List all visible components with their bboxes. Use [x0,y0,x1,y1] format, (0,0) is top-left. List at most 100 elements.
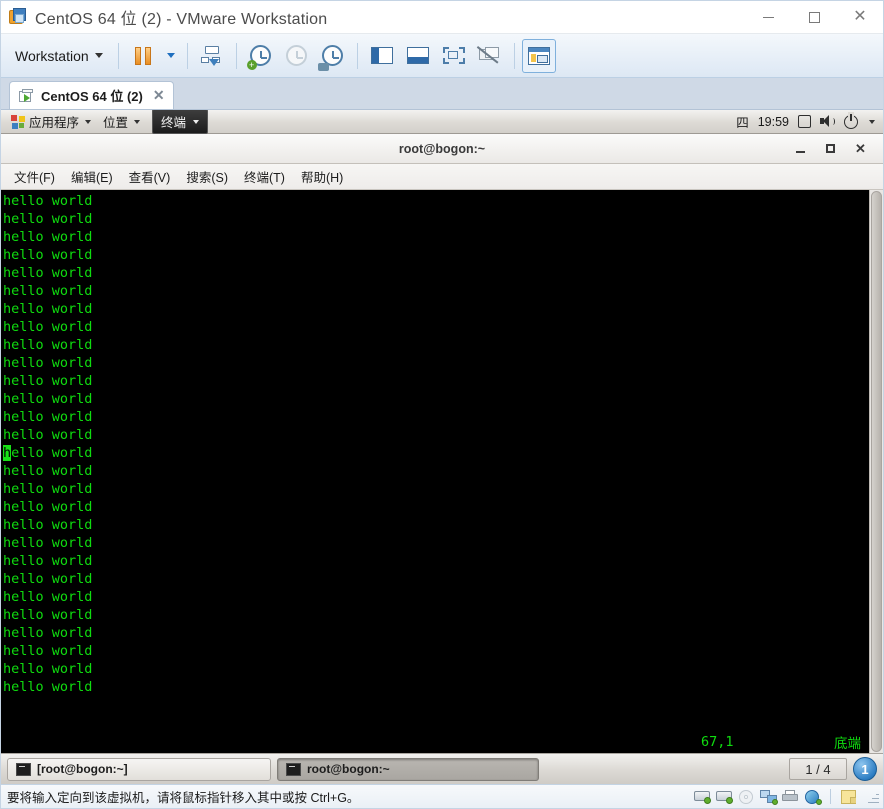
terminal-icon [286,762,301,776]
toolbar-separator [513,42,515,69]
vmware-icon [9,8,27,26]
suspend-button[interactable] [126,39,160,73]
library-panel-icon [370,47,393,64]
pause-icon [134,46,151,65]
terminal-cursor: h [3,445,12,461]
status-separator [830,789,831,804]
close-icon: ✕ [853,8,867,25]
terminal-body[interactable]: hello world hello world hello world hello w… [1,190,883,753]
menu-search[interactable]: 搜索(S) [179,164,235,189]
maximize-icon [808,11,820,23]
speaker-icon[interactable] [820,115,835,128]
terminal-line: hello world [3,193,93,209]
maximize-button[interactable] [791,1,837,34]
workspace-badge[interactable]: 1 [853,757,877,781]
terminal-line: hello world [3,445,93,461]
panel-clock[interactable]: 19:59 [758,115,789,129]
chevron-down-icon[interactable] [869,119,875,124]
minimize-icon [796,150,805,153]
menu-view[interactable]: 查看(V) [122,164,178,189]
terminal-close-button[interactable]: ✕ [854,141,867,157]
resize-grip[interactable] [866,790,879,803]
chevron-down-icon [134,119,141,124]
terminal-line: hello world [3,535,93,551]
clock-wrench-icon [317,44,345,71]
terminal-line: hello world [3,355,93,371]
vm-tab-label: CentOS 64 位 (2) [41,89,143,104]
terminal-line: hello world [3,283,93,299]
terminal-line: hello world [3,625,93,641]
main-toolbar: Workstation + [1,34,883,78]
title-bar: CentOS 64 位 (2) - VMware Workstation ✕ [1,1,883,34]
network-adapter-icon[interactable] [760,789,778,805]
manage-snapshots-button[interactable] [195,39,229,73]
terminal-line: hello world [3,319,93,335]
taskbar-window-active[interactable]: root@bogon:~ [277,757,539,781]
terminal-scrollbar-thumb[interactable] [871,191,882,752]
show-thumbnails-button[interactable] [401,39,435,73]
toolbar-separator [186,42,188,69]
applications-menu[interactable]: 应用程序 [5,110,97,133]
terminal-line: hello world [3,211,93,227]
snapshot-manager-open-button[interactable] [316,39,350,73]
chevron-down-icon [166,53,175,58]
suspend-dropdown-button[interactable] [162,39,180,73]
places-menu-label: 位置 [103,116,129,130]
toolbar-separator [117,42,119,69]
taskbar-window-minimized[interactable]: [root@bogon:~] [7,757,271,781]
console-view-icon [527,46,550,65]
terminal-line: hello world [3,337,93,353]
menu-terminal[interactable]: 终端(T) [237,164,292,189]
take-snapshot-button[interactable]: + [244,39,278,73]
hard-disk-2-icon[interactable] [716,790,733,804]
terminal-line: hello world [3,409,93,425]
terminal-line: hello world [3,589,93,605]
terminal-menu-bar: 文件(F) 编辑(E) 查看(V) 搜索(S) 终端(T) 帮助(H) [1,164,883,190]
toolbar-separator [356,42,358,69]
hard-disk-1-icon[interactable] [694,790,711,804]
minimize-button[interactable] [745,1,791,34]
terminal-line: hello world [3,499,93,515]
workspace-switcher[interactable]: 1 / 4 [789,758,847,780]
terminal-minimize-button[interactable] [794,141,807,157]
guest-screen[interactable]: 应用程序 位置 终端 四 19:59 root@bogon:~ ✕ 文件(F) … [1,110,883,784]
menu-help[interactable]: 帮助(H) [294,164,350,189]
sticky-note-icon[interactable] [840,789,857,804]
menu-file[interactable]: 文件(F) [7,164,62,189]
vmware-status-bar: 要将输入定向到该虚拟机，请将鼠标指针移入其中或按 Ctrl+G。 [1,784,883,808]
snapshot-manager-icon [200,45,223,66]
terminal-text-area[interactable]: hello world hello world hello world hello w… [1,190,869,753]
taskbar-window-active-label: root@bogon:~ [307,762,390,776]
menu-edit[interactable]: 编辑(E) [64,164,120,189]
chevron-down-icon [94,53,103,58]
clock-plus-icon: + [246,44,273,70]
power-icon[interactable] [844,113,858,129]
terminal-line: hello world [3,265,93,281]
close-button[interactable]: ✕ [837,1,883,34]
show-library-button[interactable] [365,39,399,73]
terminal-line: hello world [3,247,93,263]
printer-icon[interactable] [782,789,799,804]
panel-window-entry-terminal[interactable]: 终端 [152,110,209,134]
usb-controller-icon[interactable] [804,789,822,805]
terminal-maximize-button[interactable] [824,141,837,157]
unity-mode-button[interactable] [473,39,507,73]
vmware-workstation-window: CentOS 64 位 (2) - VMware Workstation ✕ W… [0,0,884,809]
terminal-line: hello world [3,463,93,479]
gnome-top-panel: 应用程序 位置 终端 四 19:59 [1,110,883,134]
window-title: CentOS 64 位 (2) - VMware Workstation [35,11,328,28]
chevron-down-icon [85,119,92,124]
close-icon[interactable]: ✕ [153,87,165,104]
terminal-line: hello world [3,661,93,677]
terminal-scrollbar[interactable] [869,190,883,753]
places-menu[interactable]: 位置 [97,110,146,133]
status-device-icons [694,789,879,805]
vm-tab-centos[interactable]: CentOS 64 位 (2) ✕ [9,81,174,109]
enter-fullscreen-button[interactable] [437,39,471,73]
screen-icon[interactable] [798,115,811,128]
cd-dvd-icon[interactable] [738,789,755,804]
terminal-line: hello world [3,517,93,533]
panel-day-label: 四 [736,116,749,130]
console-view-button[interactable] [521,38,556,73]
workstation-menu-button[interactable]: Workstation [7,44,111,68]
